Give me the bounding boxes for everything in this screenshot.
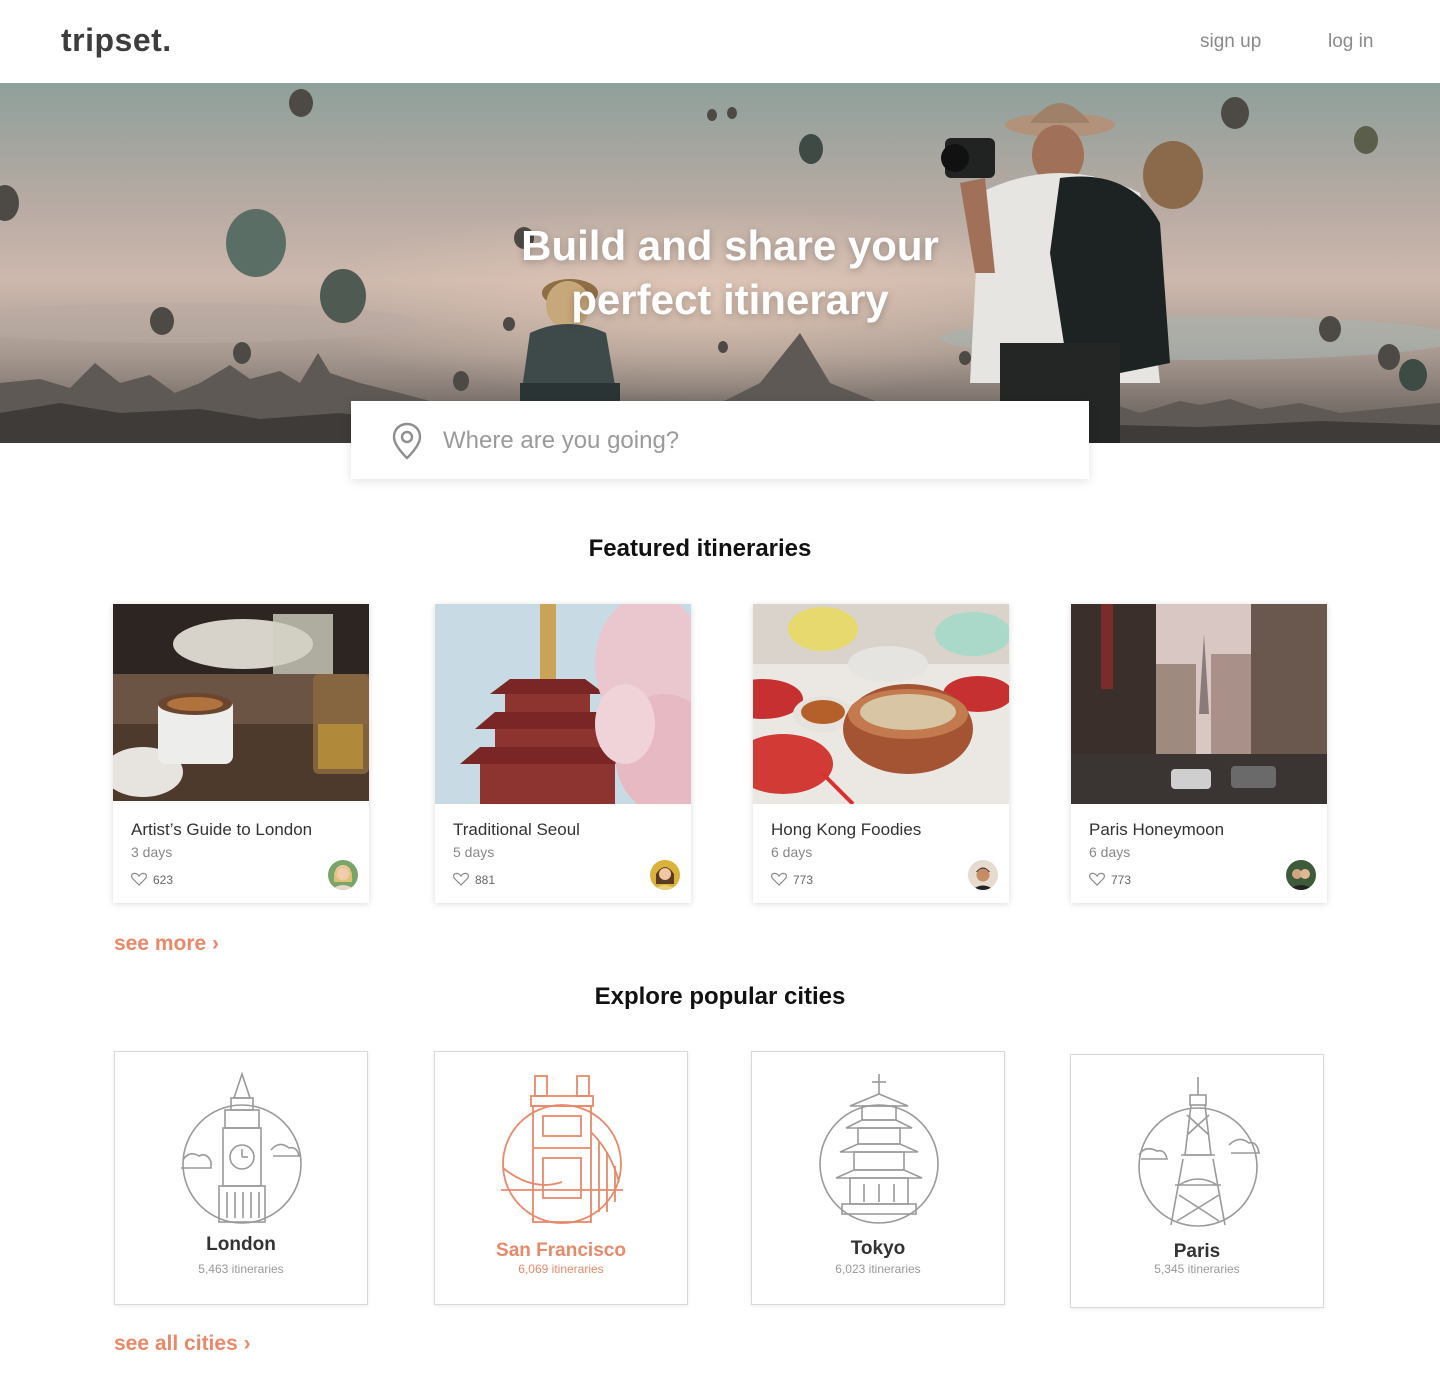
itinerary-image [435,604,691,804]
author-avatar[interactable] [1286,860,1316,890]
itinerary-title: Paris Honeymoon [1089,820,1225,839]
pagoda-icon [819,1074,939,1224]
like-count: 773 [1111,873,1132,887]
eiffel-tower-icon [1138,1077,1260,1227]
big-ben-icon [181,1072,302,1224]
hero-title-line1: Build and share your [521,222,939,269]
itinerary-card[interactable]: Paris Honeymoon 6 days 773 [1071,604,1327,903]
see-all-cities-link[interactable]: see all cities › [114,1332,251,1356]
golden-gate-bridge-icon [501,1075,623,1224]
itinerary-title: Hong Kong Foodies [771,820,922,839]
hero-title: Build and share your perfect itinerary [0,219,1440,327]
city-card-london[interactable]: London 5,463 itineraries [114,1051,368,1305]
destination-search [351,401,1089,479]
sign-up-link[interactable]: sign up [1200,31,1261,53]
itinerary-image [1071,604,1327,804]
author-avatar[interactable] [650,860,680,890]
heart-icon[interactable] [771,872,787,886]
map-pin-icon [392,422,422,460]
itinerary-duration: 6 days [1089,844,1131,860]
itinerary-duration: 3 days [131,844,173,860]
top-nav: tripset. sign up log in [0,0,1440,83]
city-card-san-francisco[interactable]: San Francisco 6,069 itineraries [434,1051,688,1305]
itinerary-card[interactable]: Traditional Seoul 5 days 881 [435,604,691,903]
city-name: London [206,1234,276,1255]
city-card-paris[interactable]: Paris 5,345 itineraries [1070,1054,1324,1308]
heart-icon[interactable] [453,872,469,886]
city-itinerary-count: 6,023 itineraries [835,1262,921,1276]
itinerary-image [753,604,1009,804]
itinerary-title: Artist’s Guide to London [131,820,313,839]
itinerary-image [113,604,369,801]
itinerary-title: Traditional Seoul [453,820,580,839]
author-avatar[interactable] [328,860,358,890]
itinerary-duration: 5 days [453,844,495,860]
hero-banner: Build and share your perfect itinerary [0,83,1440,443]
itinerary-duration: 6 days [771,844,813,860]
city-itinerary-count: 5,463 itineraries [198,1262,284,1276]
featured-title: Featured itineraries [588,535,812,562]
city-card-tokyo[interactable]: Tokyo 6,023 itineraries [751,1051,1005,1305]
log-in-link[interactable]: log in [1328,31,1373,53]
like-count: 623 [153,873,174,887]
see-more-link[interactable]: see more › [114,932,219,956]
like-count: 881 [475,873,496,887]
author-avatar[interactable] [968,860,998,890]
itinerary-card[interactable]: Artist’s Guide to London 3 days 623 [113,604,369,903]
city-name: Paris [1173,1241,1221,1262]
city-itinerary-count: 6,069 itineraries [518,1262,604,1276]
search-input[interactable] [443,421,1043,461]
heart-icon[interactable] [131,872,147,886]
hero-title-line2: perfect itinerary [571,276,889,323]
heart-icon[interactable] [1089,872,1105,886]
city-itinerary-count: 5,345 itineraries [1154,1262,1240,1276]
logo[interactable]: tripset. [61,22,172,59]
city-name: San Francisco [496,1240,626,1261]
city-name: Tokyo [850,1238,906,1259]
cities-title: Explore popular cities [594,983,846,1010]
itinerary-card[interactable]: Hong Kong Foodies 6 days 773 [753,604,1009,903]
like-count: 773 [793,873,814,887]
